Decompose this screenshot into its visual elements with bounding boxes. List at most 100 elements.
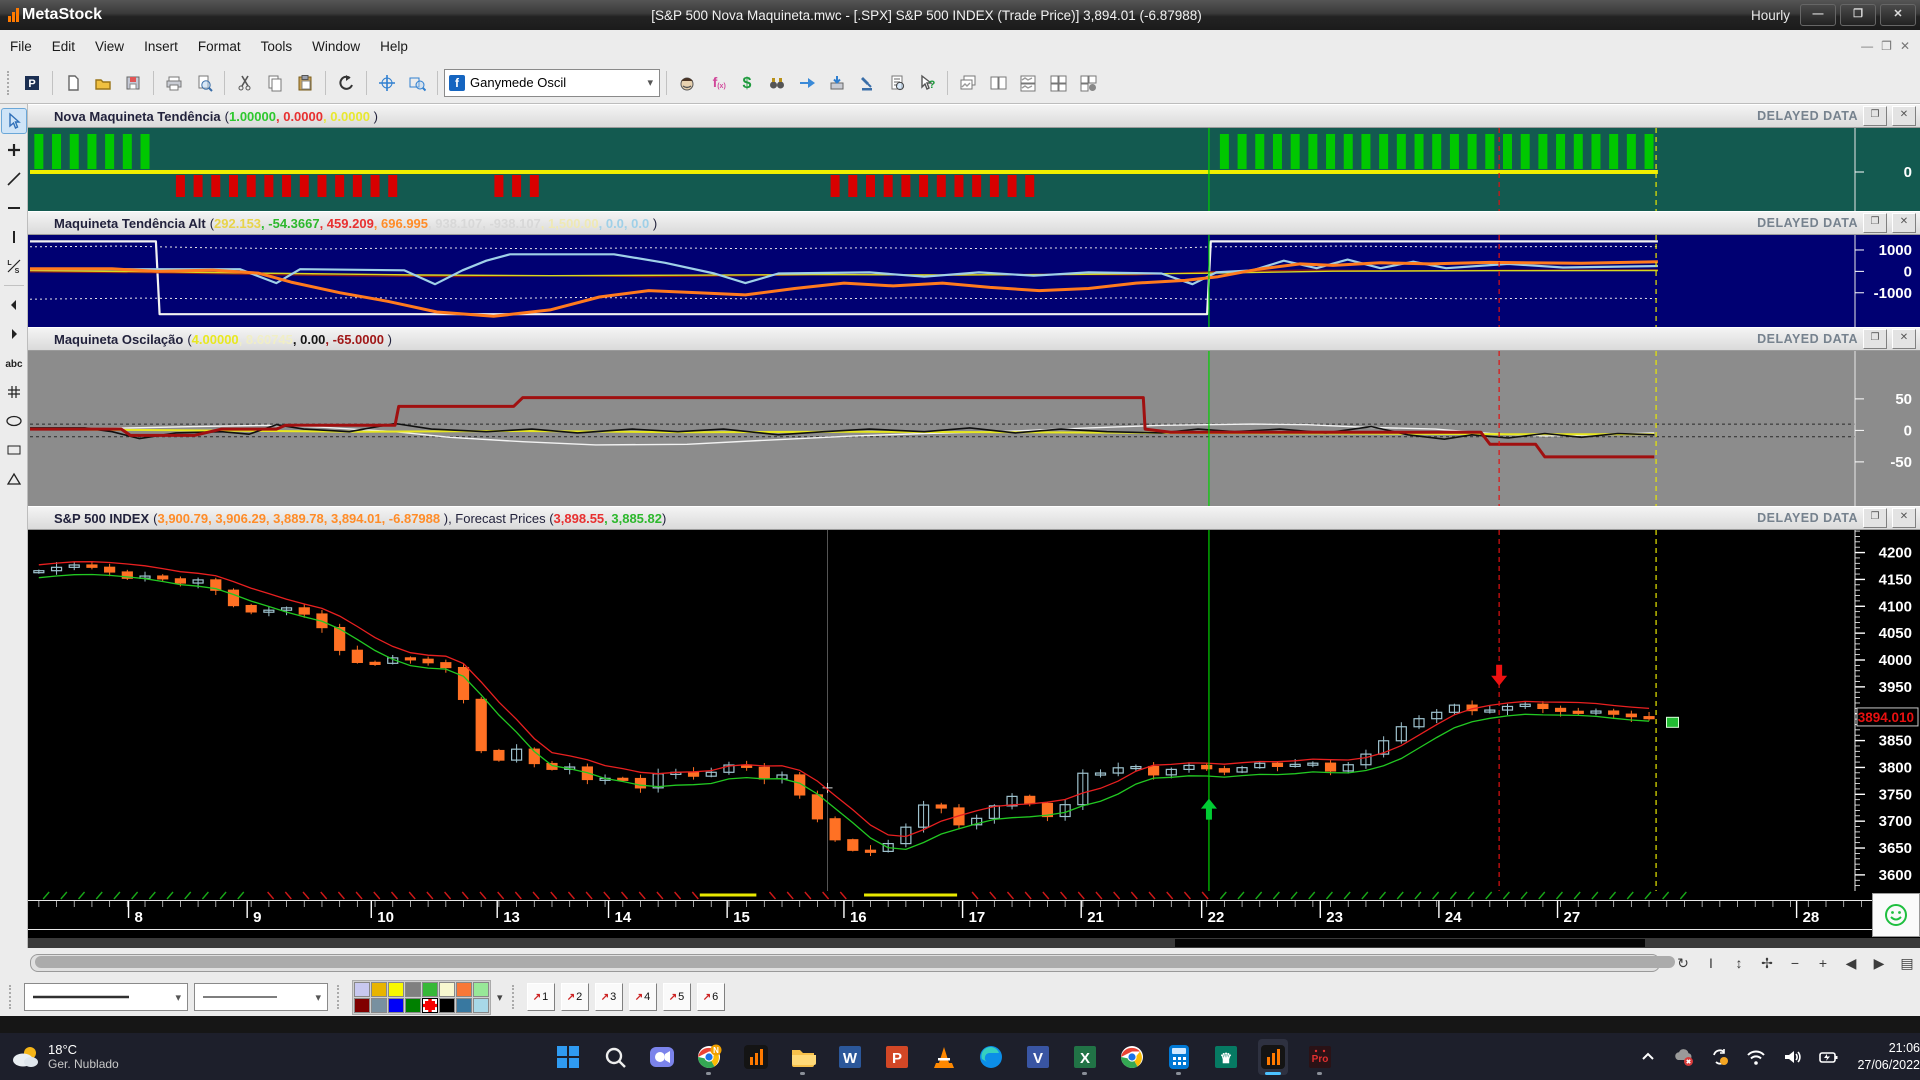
taskbar-app-search[interactable] <box>600 1039 630 1075</box>
taskbar-app-visio[interactable]: V <box>1023 1039 1053 1075</box>
tile-grid-button[interactable] <box>1044 69 1072 97</box>
menu-help[interactable]: Help <box>370 30 418 62</box>
color-swatch[interactable] <box>439 982 455 997</box>
color-swatch[interactable] <box>405 982 421 997</box>
color-swatch[interactable] <box>456 982 472 997</box>
menu-window[interactable]: Window <box>302 30 370 62</box>
taskbar-app-chrome[interactable] <box>1117 1039 1147 1075</box>
zoom-in-button[interactable]: + <box>1810 952 1836 974</box>
palette-more-icon[interactable]: ▾ <box>497 991 503 1004</box>
tool-crosshair[interactable] <box>1 137 27 163</box>
line-weight-dropdown[interactable]: ▾ <box>194 983 328 1011</box>
color-swatch[interactable] <box>473 982 489 997</box>
color-swatch[interactable] <box>456 998 472 1013</box>
paste-button[interactable] <box>291 69 319 97</box>
menu-file[interactable]: File <box>0 30 42 62</box>
prev-button[interactable]: ◀ <box>1838 952 1864 974</box>
go-arrow-button[interactable] <box>793 69 821 97</box>
downloader-button[interactable] <box>823 69 851 97</box>
panel-close-button[interactable]: ✕ <box>1892 508 1916 528</box>
volume-icon[interactable] <box>1781 1046 1803 1068</box>
layout-button-5[interactable]: ↗5 <box>663 983 691 1011</box>
taskbar-app-green-app[interactable]: ♛ <box>1211 1039 1241 1075</box>
cut-button[interactable] <box>231 69 259 97</box>
tool-triangle[interactable] <box>1 466 27 492</box>
line-style-dropdown[interactable]: ▾ <box>24 983 188 1011</box>
open-folder-button[interactable] <box>89 69 117 97</box>
taskbar-app-edge[interactable] <box>976 1039 1006 1075</box>
panel-maximize-button[interactable]: ❐ <box>1863 329 1887 349</box>
taskbar-app-excel[interactable]: X <box>1070 1039 1100 1075</box>
taskbar-app-metastock[interactable] <box>1258 1039 1288 1075</box>
menu-view[interactable]: View <box>85 30 134 62</box>
taskbar-app-vlc[interactable] <box>929 1039 959 1075</box>
taskbar-app-chat[interactable] <box>647 1039 677 1075</box>
panel-2-plot[interactable]: 10000-1000 <box>28 235 1920 327</box>
copy-button[interactable] <box>261 69 289 97</box>
layout-button-2[interactable]: ↗2 <box>561 983 589 1011</box>
save-button[interactable] <box>119 69 147 97</box>
mdi-restore-icon[interactable]: ❐ <box>1881 39 1892 53</box>
dollar-button[interactable]: $ <box>733 69 761 97</box>
ibeam-button[interactable]: I <box>1698 952 1724 974</box>
tool-pointer[interactable] <box>1 108 27 134</box>
chart-scroll-thumb[interactable] <box>1175 939 1645 947</box>
color-swatch[interactable] <box>422 982 438 997</box>
mdi-close-icon[interactable]: ✕ <box>1900 39 1910 53</box>
color-swatch[interactable] <box>422 998 438 1013</box>
onedrive-error-icon[interactable] <box>1673 1046 1695 1068</box>
menu-tools[interactable]: Tools <box>251 30 303 62</box>
minimize-button[interactable]: — <box>1800 4 1836 26</box>
print-preview-button[interactable] <box>190 69 218 97</box>
tool-rectangle[interactable] <box>1 437 27 463</box>
tool-grid[interactable] <box>1 379 27 405</box>
tool-ellipse[interactable] <box>1 408 27 434</box>
panel-3-plot[interactable]: 500-50 <box>28 351 1920 506</box>
cascade-windows-button[interactable] <box>954 69 982 97</box>
tile-vertical-button[interactable] <box>984 69 1012 97</box>
color-swatch[interactable] <box>354 982 370 997</box>
microscope-button[interactable] <box>853 69 881 97</box>
taskbar-app-explorer[interactable] <box>788 1039 818 1075</box>
binoculars-button[interactable] <box>763 69 791 97</box>
layout-button-1[interactable]: ↗1 <box>527 983 555 1011</box>
taskbar-app-calculator[interactable] <box>1164 1039 1194 1075</box>
wifi-icon[interactable] <box>1745 1046 1767 1068</box>
pan-button[interactable]: ✢ <box>1754 952 1780 974</box>
panel-1-plot[interactable]: 0 <box>28 128 1920 211</box>
taskbar-app-chrome-notif[interactable]: N <box>694 1039 724 1075</box>
zoom-box-button[interactable] <box>403 69 431 97</box>
horizontal-scrollbar-thumb[interactable] <box>35 956 1675 968</box>
next-button[interactable]: ▶ <box>1866 952 1892 974</box>
chevron-up-icon[interactable] <box>1637 1046 1659 1068</box>
panel-maximize-button[interactable]: ❐ <box>1863 508 1887 528</box>
zoom-out-button[interactable]: − <box>1782 952 1808 974</box>
maximize-button[interactable]: ❐ <box>1840 4 1876 26</box>
horizontal-scrollbar[interactable] <box>30 954 1660 972</box>
tool-horizontal-line[interactable] <box>1 195 27 221</box>
battery-icon[interactable] <box>1817 1046 1839 1068</box>
taskbar-app-word[interactable]: W <box>835 1039 865 1075</box>
window-options-button[interactable] <box>1074 69 1102 97</box>
taskbar-clock[interactable]: 21:06 27/06/2022 <box>1851 1040 1920 1074</box>
date-axis[interactable]: 89101314151617212223242728 <box>28 891 1920 938</box>
powerbar-button[interactable]: P <box>18 69 46 97</box>
menu-insert[interactable]: Insert <box>134 30 188 62</box>
color-swatch[interactable] <box>371 982 387 997</box>
move-crosshair-button[interactable] <box>373 69 401 97</box>
menu-edit[interactable]: Edit <box>42 30 85 62</box>
panel-close-button[interactable]: ✕ <box>1892 213 1916 233</box>
taskbar-app-metastock-dark[interactable] <box>741 1039 771 1075</box>
mdi-minimize-icon[interactable]: — <box>1861 39 1873 53</box>
color-swatch[interactable] <box>473 998 489 1013</box>
weather-widget[interactable]: 18°C Ger. Nublado <box>0 1042 250 1071</box>
indicator-dropdown[interactable]: fGanymede Oscil▾ <box>444 69 660 97</box>
taskbar-app-powerpoint[interactable]: P <box>882 1039 912 1075</box>
vresize-button[interactable]: ↕ <box>1726 952 1752 974</box>
color-swatch[interactable] <box>388 982 404 997</box>
panel-4-plot[interactable]: 4200415041004050400039503850380037503700… <box>28 530 1920 891</box>
explorer-guru-button[interactable] <box>673 69 701 97</box>
layout-button-6[interactable]: ↗6 <box>697 983 725 1011</box>
new-doc-button[interactable] <box>59 69 87 97</box>
tool-trendline[interactable] <box>1 166 27 192</box>
